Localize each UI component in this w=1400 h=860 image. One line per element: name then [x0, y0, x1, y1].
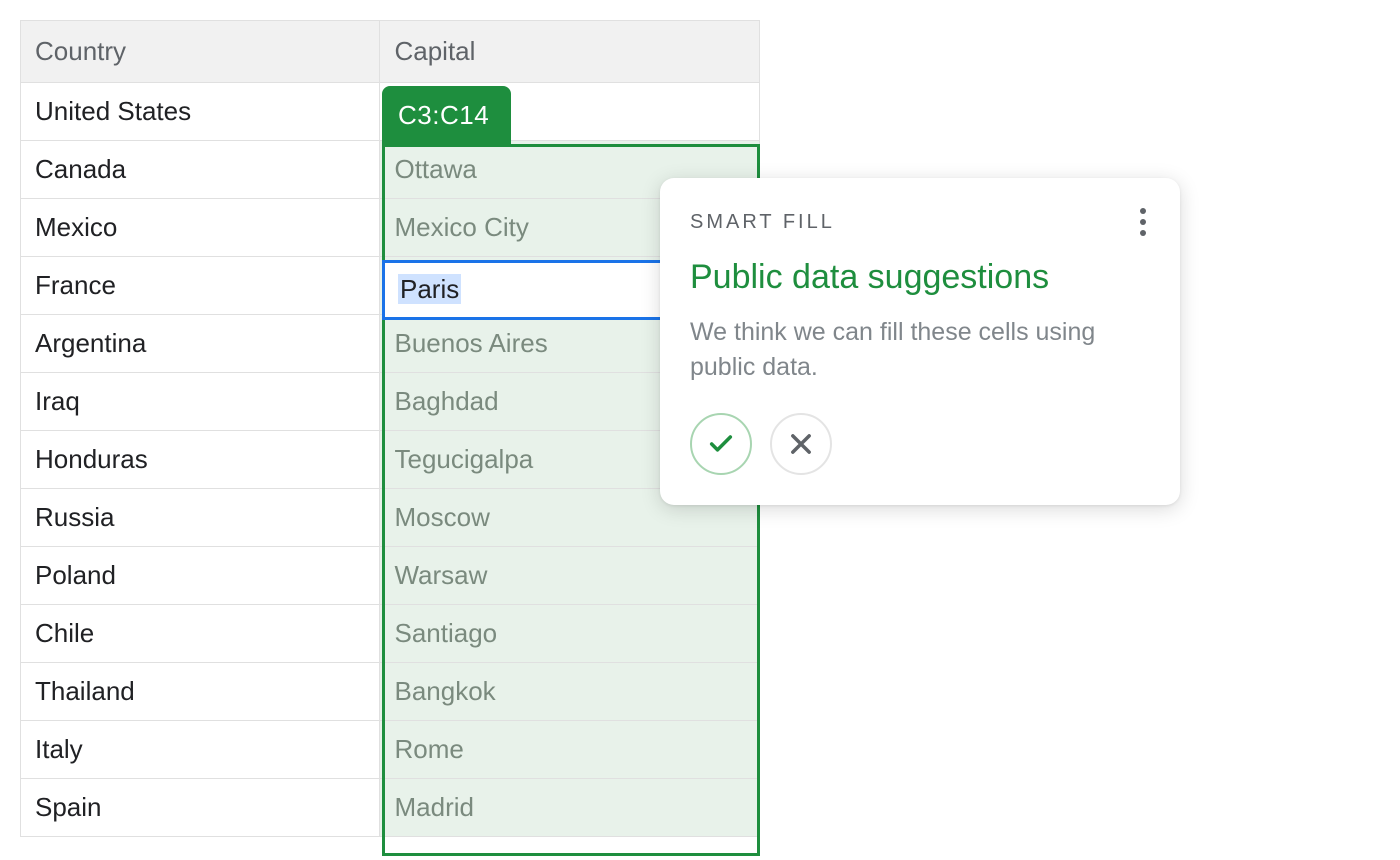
active-cell-text: Paris [398, 274, 461, 305]
header-capital[interactable]: Capital [380, 21, 760, 83]
table-row: Iraq Baghdad [21, 373, 760, 431]
smart-fill-popup: SMART FILL Public data suggestions We th… [660, 178, 1180, 505]
table-row: Spain Madrid [21, 779, 760, 837]
cell-capital-suggested[interactable]: Bangkok [380, 663, 760, 721]
table-row: Russia Moscow [21, 489, 760, 547]
table-row: Italy Rome [21, 721, 760, 779]
cell-capital-suggested[interactable]: Warsaw [380, 547, 760, 605]
spreadsheet-container: Country Capital United States Canada Ott… [20, 20, 760, 837]
reject-button[interactable] [770, 413, 832, 475]
cell-country[interactable]: Honduras [21, 431, 380, 489]
table-row: Poland Warsaw [21, 547, 760, 605]
popup-description: We think we can fill these cells using p… [690, 315, 1150, 385]
kebab-dot-icon [1140, 208, 1146, 214]
cell-country[interactable]: United States [21, 83, 380, 141]
cell-country[interactable]: Spain [21, 779, 380, 837]
table-row: Canada Ottawa [21, 141, 760, 199]
popup-title: Public data suggestions [690, 258, 1150, 297]
header-row: Country Capital [21, 21, 760, 83]
popup-feature-label: SMART FILL [690, 211, 835, 234]
popup-header: SMART FILL [690, 204, 1150, 240]
cell-country[interactable]: Canada [21, 141, 380, 199]
cell-capital-suggested[interactable]: Rome [380, 721, 760, 779]
cell-country[interactable]: Chile [21, 605, 380, 663]
popup-actions [690, 413, 1150, 475]
cell-country[interactable]: Argentina [21, 315, 380, 373]
kebab-dot-icon [1140, 230, 1146, 236]
more-options-button[interactable] [1136, 204, 1150, 240]
table-row: France [21, 257, 760, 315]
table-row: Chile Santiago [21, 605, 760, 663]
kebab-dot-icon [1140, 219, 1146, 225]
accept-button[interactable] [690, 413, 752, 475]
active-cell-value: Paris [398, 274, 461, 304]
table-row: Mexico Mexico City [21, 199, 760, 257]
close-icon [787, 430, 815, 458]
check-icon [707, 430, 735, 458]
cell-country[interactable]: France [21, 257, 380, 315]
range-indicator-tab: C3:C14 [382, 86, 511, 145]
cell-country[interactable]: Mexico [21, 199, 380, 257]
cell-country[interactable]: Poland [21, 547, 380, 605]
cell-country[interactable]: Russia [21, 489, 380, 547]
table-row: Argentina Buenos Aires [21, 315, 760, 373]
cell-country[interactable]: Italy [21, 721, 380, 779]
table-row: Honduras Tegucigalpa [21, 431, 760, 489]
cell-country[interactable]: Iraq [21, 373, 380, 431]
cell-country[interactable]: Thailand [21, 663, 380, 721]
cell-capital-suggested[interactable]: Madrid [380, 779, 760, 837]
table-row: Thailand Bangkok [21, 663, 760, 721]
cell-capital-suggested[interactable]: Santiago [380, 605, 760, 663]
header-country[interactable]: Country [21, 21, 380, 83]
